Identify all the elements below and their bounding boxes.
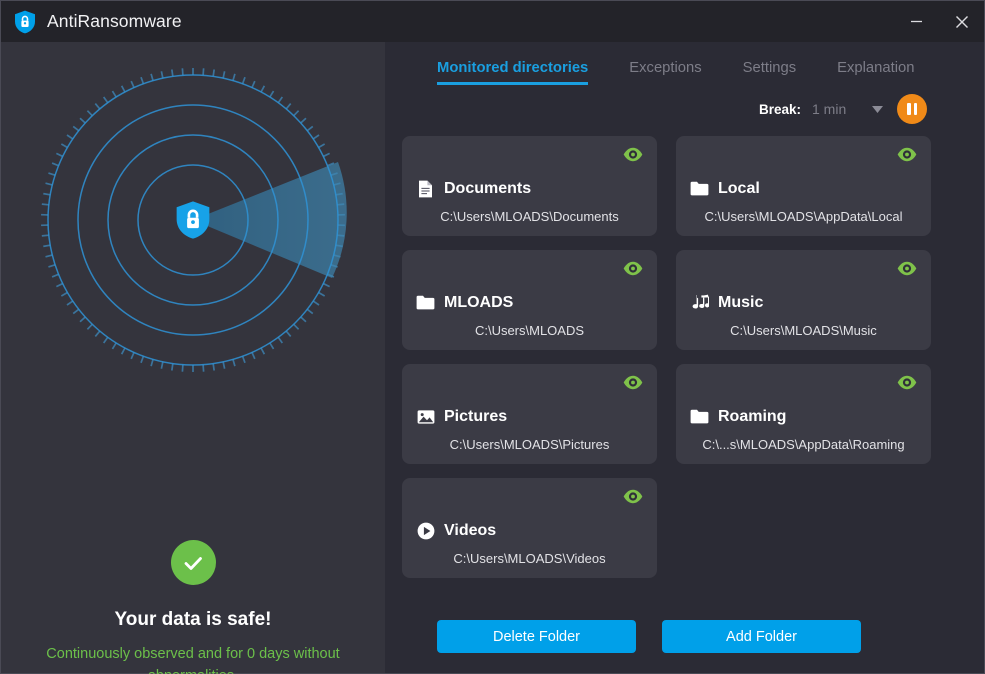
chevron-down-glyph: [872, 105, 883, 113]
break-control: Break: 1 min: [385, 85, 984, 124]
eye-icon[interactable]: [623, 489, 643, 504]
pause-button[interactable]: [897, 94, 927, 124]
eye-icon[interactable]: [623, 375, 643, 390]
directory-card[interactable]: Documents C:\Users\MLOADS\Documents: [402, 136, 657, 236]
delete-folder-button[interactable]: Delete Folder: [437, 620, 636, 653]
directory-name: Local: [718, 179, 760, 197]
close-icon: [955, 15, 968, 28]
status-subtitle: Continuously observed and for 0 days wit…: [46, 646, 340, 674]
radar-visual: [38, 65, 348, 375]
radar-sweep: [193, 162, 347, 278]
window-controls: [894, 1, 984, 42]
break-value[interactable]: 1 min: [812, 101, 868, 117]
folder-icon: [416, 293, 435, 312]
directory-name: Music: [718, 293, 764, 311]
video-icon: [416, 521, 435, 540]
directory-path: C:\Users\MLOADS: [474, 323, 585, 338]
pause-icon: [913, 103, 917, 115]
directory-path: C:\Users\MLOADS\Pictures: [449, 437, 610, 452]
directory-card[interactable]: Music C:\Users\MLOADS\Music: [676, 250, 931, 350]
directory-card[interactable]: Roaming C:\...s\MLOADS\AppData\Roaming: [676, 364, 931, 464]
check-circle-icon: [170, 540, 216, 585]
tab-exceptions[interactable]: Exceptions: [629, 60, 725, 85]
directory-card[interactable]: Local C:\Users\MLOADS\AppData\Local: [676, 136, 931, 236]
directory-name: Documents: [444, 179, 532, 197]
chevron-down-icon[interactable]: [872, 105, 883, 113]
break-label: Break:: [758, 101, 801, 117]
directory-card[interactable]: Videos C:\Users\MLOADS\Videos: [402, 478, 657, 578]
window-body: Your data is safe! Continuously observed…: [1, 42, 984, 674]
directory-name: MLOADS: [444, 293, 514, 311]
action-bar: Delete Folder Add Folder: [385, 620, 984, 673]
tab-explanation[interactable]: Explanation: [837, 60, 938, 85]
directory-grid: Documents C:\Users\MLOADS\Documents Loca…: [385, 124, 984, 578]
directory-path: C:\Users\MLOADS\AppData\Local: [704, 209, 903, 224]
eye-icon[interactable]: [897, 261, 917, 276]
pause-icon: [907, 103, 911, 115]
check-icon: [184, 556, 202, 570]
tab-monitored-directories[interactable]: Monitored directories: [437, 60, 612, 85]
status-panel: Your data is safe! Continuously observed…: [1, 42, 385, 674]
shield-lock-icon: [176, 201, 210, 239]
eye-icon[interactable]: [897, 147, 917, 162]
content-panel: Monitored directories Exceptions Setting…: [385, 42, 984, 673]
protection-status: Your data is safe! Continuously observed…: [1, 540, 385, 674]
status-title: Your data is safe!: [114, 609, 272, 630]
document-icon: [416, 179, 435, 198]
tab-settings[interactable]: Settings: [743, 60, 820, 85]
music-icon: [690, 293, 709, 312]
tab-bar: Monitored directories Exceptions Setting…: [385, 42, 984, 85]
close-button[interactable]: [939, 1, 984, 42]
add-folder-button[interactable]: Add Folder: [662, 620, 861, 653]
shield-lock-icon: [15, 10, 35, 33]
directory-name: Pictures: [444, 407, 508, 425]
minimize-button[interactable]: [894, 1, 939, 42]
directory-card[interactable]: Pictures C:\Users\MLOADS\Pictures: [402, 364, 657, 464]
folder-icon: [690, 407, 709, 426]
directory-path: C:\Users\MLOADS\Videos: [453, 551, 606, 566]
title-bar: AntiRansomware: [1, 1, 984, 42]
eye-icon[interactable]: [897, 375, 917, 390]
directory-name: Videos: [444, 521, 497, 539]
eye-icon[interactable]: [623, 261, 643, 276]
directory-path: C:\Users\MLOADS\Music: [730, 323, 877, 338]
directory-card[interactable]: MLOADS C:\Users\MLOADS: [402, 250, 657, 350]
eye-icon[interactable]: [623, 147, 643, 162]
app-window: AntiRansomware Your data is safe! Contin…: [0, 0, 985, 674]
directory-path: C:\Users\MLOADS\Documents: [440, 209, 619, 224]
directory-path: C:\...s\MLOADS\AppData\Roaming: [702, 437, 905, 452]
image-icon: [416, 407, 435, 426]
app-title: AntiRansomware: [47, 11, 182, 31]
minimize-icon: [911, 20, 922, 23]
directory-name: Roaming: [718, 407, 787, 425]
folder-icon: [690, 179, 709, 198]
